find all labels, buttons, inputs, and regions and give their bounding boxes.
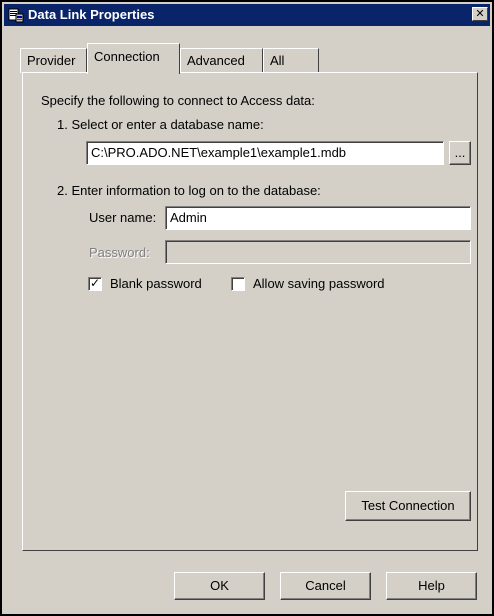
password-label: Password:: [89, 245, 150, 260]
tab-all[interactable]: All: [263, 48, 319, 73]
connection-panel: Specify the following to connect to Acce…: [22, 72, 478, 551]
dialog-window: Data Link Properties ✕ Provider Connecti…: [0, 0, 494, 616]
data-link-icon: [8, 8, 24, 23]
database-name-input[interactable]: C:\PRO.ADO.NET\example1\example1.mdb: [86, 141, 444, 165]
window-title: Data Link Properties: [28, 7, 155, 22]
test-connection-button[interactable]: Test Connection: [345, 491, 471, 521]
close-button[interactable]: ✕: [472, 7, 488, 21]
password-input[interactable]: [165, 240, 471, 264]
title-bar[interactable]: Data Link Properties ✕: [4, 4, 490, 26]
blank-password-label: Blank password: [110, 276, 202, 291]
tab-connection[interactable]: Connection: [87, 43, 180, 74]
browse-button[interactable]: ...: [449, 141, 471, 165]
username-label: User name:: [89, 210, 157, 225]
tab-label: All: [270, 53, 285, 68]
intro-text: Specify the following to connect to Acce…: [41, 93, 315, 108]
tab-label: Connection: [94, 49, 160, 64]
close-icon: ✕: [475, 8, 485, 20]
help-button[interactable]: Help: [386, 572, 477, 600]
step2-label: 2. Enter information to log on to the da…: [57, 183, 321, 198]
step1-label: 1. Select or enter a database name:: [57, 117, 264, 132]
ok-button[interactable]: OK: [174, 572, 265, 600]
tab-label: Advanced: [187, 53, 245, 68]
tab-advanced[interactable]: Advanced: [180, 48, 263, 73]
username-input[interactable]: Admin: [165, 206, 471, 230]
allow-saving-password-label: Allow saving password: [253, 276, 385, 291]
cancel-button[interactable]: Cancel: [280, 572, 371, 600]
check-icon: ✓: [89, 276, 101, 290]
blank-password-checkbox[interactable]: ✓: [88, 277, 102, 291]
tab-label: Provider: [27, 53, 76, 68]
allow-saving-password-checkbox[interactable]: [231, 277, 245, 291]
tab-provider[interactable]: Provider: [20, 48, 87, 73]
